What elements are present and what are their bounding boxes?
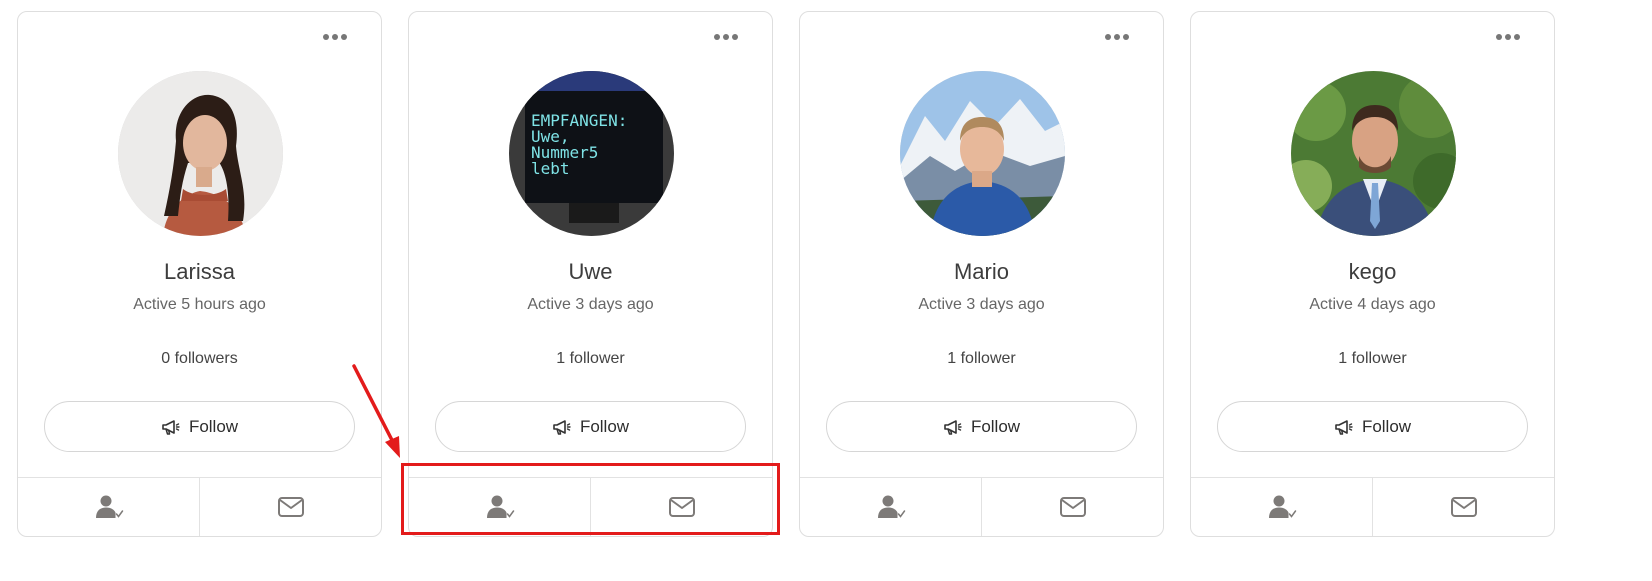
follow-button[interactable]: Follow: [435, 401, 746, 452]
envelope-icon: [277, 497, 304, 517]
avatar-image: EMPFANGEN: Uwe, Nummer5 lebt: [509, 71, 674, 236]
add-friend-button[interactable]: [409, 478, 590, 536]
last-active: Active 3 days ago: [527, 296, 654, 313]
card-actions: [18, 477, 381, 536]
envelope-icon: [1059, 497, 1086, 517]
follower-count: 0 followers: [161, 350, 238, 367]
member-card: kego Active 4 days ago 1 follower Follow: [1190, 11, 1555, 537]
last-active: Active 5 hours ago: [133, 296, 266, 313]
avatar-image: [900, 71, 1065, 236]
user-check-icon: [1268, 495, 1296, 518]
follow-label: Follow: [970, 416, 1021, 436]
add-friend-button[interactable]: [800, 478, 981, 536]
member-name[interactable]: Uwe: [409, 259, 772, 285]
member-card: Mario Active 3 days ago 1 follower Follo…: [799, 11, 1164, 537]
follow-label: Follow: [579, 416, 630, 436]
card-actions: [409, 477, 772, 536]
send-message-button[interactable]: [1372, 478, 1554, 536]
avatar-image: [118, 71, 283, 236]
card-actions: [800, 477, 1163, 536]
send-message-button[interactable]: [199, 478, 381, 536]
last-active: Active 3 days ago: [918, 296, 1045, 313]
member-name[interactable]: Larissa: [18, 259, 381, 285]
last-active: Active 4 days ago: [1309, 296, 1436, 313]
envelope-icon: [1450, 497, 1477, 517]
follower-count: 1 follower: [947, 350, 1016, 367]
add-friend-button[interactable]: [18, 478, 199, 536]
avatar[interactable]: [118, 71, 283, 236]
follow-button[interactable]: Follow: [44, 401, 355, 452]
send-message-button[interactable]: [981, 478, 1163, 536]
user-check-icon: [877, 495, 905, 518]
member-name[interactable]: Mario: [800, 259, 1163, 285]
avatar[interactable]: [900, 71, 1065, 236]
avatar-image: [1291, 71, 1456, 236]
add-friend-button[interactable]: [1191, 478, 1372, 536]
follow-button[interactable]: Follow: [826, 401, 1137, 452]
send-message-button[interactable]: [590, 478, 772, 536]
follow-label: Follow: [188, 416, 239, 436]
member-card: Larissa Active 5 hours ago 0 followers F…: [17, 11, 382, 537]
more-options-icon[interactable]: [1105, 34, 1129, 40]
avatar[interactable]: [1291, 71, 1456, 236]
more-options-icon[interactable]: [714, 34, 738, 40]
card-actions: [1191, 477, 1554, 536]
follow-label: Follow: [1361, 416, 1412, 436]
megaphone-icon: [553, 419, 571, 435]
follower-count: 1 follower: [556, 350, 625, 367]
user-check-icon: [486, 495, 514, 518]
member-card: EMPFANGEN: Uwe, Nummer5 lebt Uwe Active …: [408, 11, 773, 537]
more-options-icon[interactable]: [1496, 34, 1520, 40]
members-page: Larissa Active 5 hours ago 0 followers F…: [0, 0, 1652, 581]
avatar-text-line: lebt: [531, 159, 570, 178]
avatar[interactable]: EMPFANGEN: Uwe, Nummer5 lebt: [509, 71, 674, 236]
member-name[interactable]: kego: [1191, 259, 1554, 285]
megaphone-icon: [162, 419, 180, 435]
megaphone-icon: [1335, 419, 1353, 435]
more-options-icon[interactable]: [323, 34, 347, 40]
follow-button[interactable]: Follow: [1217, 401, 1528, 452]
envelope-icon: [668, 497, 695, 517]
megaphone-icon: [944, 419, 962, 435]
follower-count: 1 follower: [1338, 350, 1407, 367]
member-cards: Larissa Active 5 hours ago 0 followers F…: [17, 11, 1555, 537]
user-check-icon: [95, 495, 123, 518]
